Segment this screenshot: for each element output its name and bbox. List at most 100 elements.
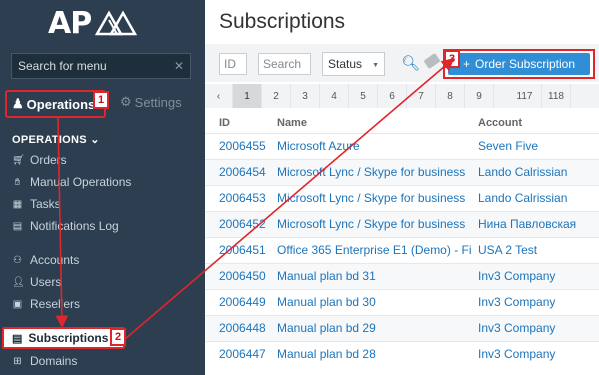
sidebar-item-label: Domains [30,354,78,368]
chevron-down-icon: ⌄ [90,134,100,146]
table-row[interactable]: 2006453 Microsoft Lync / Skype for busine… [205,185,599,211]
cell-name[interactable]: Microsoft Lync / Skype for business [277,217,472,231]
page-6[interactable]: 6 [378,84,407,108]
page-4[interactable]: 4 [320,84,349,108]
cell-account[interactable]: Lando Calrissian [478,165,598,179]
cell-name[interactable]: Microsoft Azure [277,139,472,153]
cell-id[interactable]: 2006454 [219,165,273,179]
table-row[interactable]: 2006449 Manual plan bd 30 Inv3 Company [205,289,599,315]
logo: AP [48,4,138,42]
tab-settings[interactable]: ⚙ Settings [120,94,182,110]
sidebar-item-label: Resellers [30,297,81,311]
sidebar-item-accounts[interactable]: ⚇ Accounts [12,251,79,269]
log-icon: ▤ [12,220,23,232]
sidebar-item-label: Accounts [30,253,80,267]
sidebar-item-orders[interactable]: 🛒︎ Orders [12,151,67,169]
annotation-badge-1: 1 [93,91,109,109]
cell-account[interactable]: USA 2 Test [478,243,598,257]
cell-name[interactable]: Manual plan bd 28 [277,347,472,361]
briefcase-icon: ▣ [12,298,23,310]
id-filter-input[interactable]: ID [219,53,247,75]
cell-id[interactable]: 2006450 [219,269,273,283]
column-header-account[interactable]: Account [478,117,522,129]
order-subscription-button[interactable]: + Order Subscription [448,53,590,75]
clear-icon[interactable]: ✕ [174,59,184,73]
cell-account[interactable]: Lando Calrissian [478,191,598,205]
user-icon: 👤︎ [12,276,25,288]
section-title-label: OPERATIONS [12,134,87,146]
cell-id[interactable]: 2006448 [219,321,273,335]
cell-account[interactable]: Seven Five [478,139,598,153]
menu-search-input[interactable]: Search for menu ✕ [11,53,191,79]
sidebar-item-users[interactable]: 👤︎ Users [12,273,61,291]
section-title-operations[interactable]: OPERATIONS ⌄ [12,133,100,146]
table-header: ID Name Account [205,114,599,134]
table-row[interactable]: 2006451 Office 365 Enterprise E1 (Demo) -… [205,237,599,263]
cell-account[interactable]: Нина Павловская [478,217,598,231]
sidebar-item-label: Subscriptions [28,331,109,345]
pagination: ‹ 1 2 3 4 5 6 7 8 9 117 118 [205,84,599,108]
search-icon[interactable]: 🔍︎ [401,54,420,72]
menu-search-placeholder: Search for menu [18,59,107,73]
sidebar-item-label: Notifications Log [30,219,119,233]
cell-name[interactable]: Manual plan bd 31 [277,269,472,283]
pagination-prev[interactable]: ‹ [205,84,233,108]
sidebar-item-domains[interactable]: ⊞ Domains [12,352,77,370]
page-2[interactable]: 2 [262,84,291,108]
table-row[interactable]: 2006450 Manual plan bd 31 Inv3 Company [205,263,599,289]
table-row[interactable]: 2006452 Microsoft Lync / Skype for busine… [205,211,599,237]
column-header-id[interactable]: ID [219,117,230,129]
plus-icon: + [462,57,470,71]
status-select-label: Status [328,57,363,71]
sidebar-item-resellers[interactable]: ▣ Resellers [12,295,80,313]
status-select[interactable]: Status ▼ [322,52,385,76]
logo-text: AP [48,5,92,41]
page-117[interactable]: 117 [508,84,542,108]
cell-name[interactable]: Microsoft Lync / Skype for business [277,191,472,205]
cell-id[interactable]: 2006451 [219,243,273,257]
table-row[interactable]: 2006455 Microsoft Azure Seven Five [205,133,599,159]
cart-icon: 🛒︎ [12,154,25,166]
table-row[interactable]: 2006454 Microsoft Lync / Skype for busine… [205,159,599,185]
order-subscription-label: Order Subscription [474,57,576,71]
cell-id[interactable]: 2006453 [219,191,273,205]
eraser-icon[interactable] [423,52,441,70]
sitemap-icon: ⊞ [13,355,22,367]
sidebar-item-tasks[interactable]: ▦ Tasks [12,195,61,213]
tab-operations[interactable]: ♟ Operations [5,90,106,118]
caret-down-icon: ▼ [372,62,379,69]
page-3[interactable]: 3 [291,84,320,108]
cell-name[interactable]: Manual plan bd 29 [277,321,472,335]
sidebar-item-manual-operations[interactable]: ✋︎ Manual Operations [12,173,132,191]
hand-icon: ✋︎ [14,176,21,188]
table-row[interactable]: 2006448 Manual plan bd 29 Inv3 Company [205,315,599,341]
operations-icon: ♟ [12,96,24,111]
cell-account[interactable]: Inv3 Company [478,269,598,283]
sidebar-item-subscriptions[interactable]: ▤ Subscriptions [2,327,125,349]
page-118[interactable]: 118 [542,84,571,108]
page-1[interactable]: 1 [233,84,262,108]
page-5[interactable]: 5 [349,84,378,108]
cell-id[interactable]: 2006452 [219,217,273,231]
column-header-name[interactable]: Name [277,117,307,129]
cell-id[interactable]: 2006455 [219,139,273,153]
cell-name[interactable]: Manual plan bd 30 [277,295,472,309]
cell-account[interactable]: Inv3 Company [478,321,598,335]
page-7[interactable]: 7 [407,84,436,108]
sidebar-item-notifications-log[interactable]: ▤ Notifications Log [12,217,119,235]
sidebar-item-label: Manual Operations [30,175,132,189]
page-9[interactable]: 9 [465,84,494,108]
cell-account[interactable]: Inv3 Company [478,295,598,309]
annotation-badge-2: 2 [110,328,126,346]
cell-name[interactable]: Microsoft Lync / Skype for business [277,165,472,179]
search-filter-input[interactable]: Search [258,53,311,75]
cell-id[interactable]: 2006449 [219,295,273,309]
sidebar-item-label: Users [30,275,62,289]
table-row[interactable]: 2006447 Manual plan bd 28 Inv3 Company [205,341,599,367]
filter-toolbar: ID Search Status ▼ 🔍︎ + Order Subscripti… [205,44,599,82]
cell-account[interactable]: Inv3 Company [478,347,598,361]
cell-name[interactable]: Office 365 Enterprise E1 (Demo) - Fi [277,243,472,257]
calendar-icon: ▦ [12,198,23,210]
page-8[interactable]: 8 [436,84,465,108]
cell-id[interactable]: 2006447 [219,347,273,361]
